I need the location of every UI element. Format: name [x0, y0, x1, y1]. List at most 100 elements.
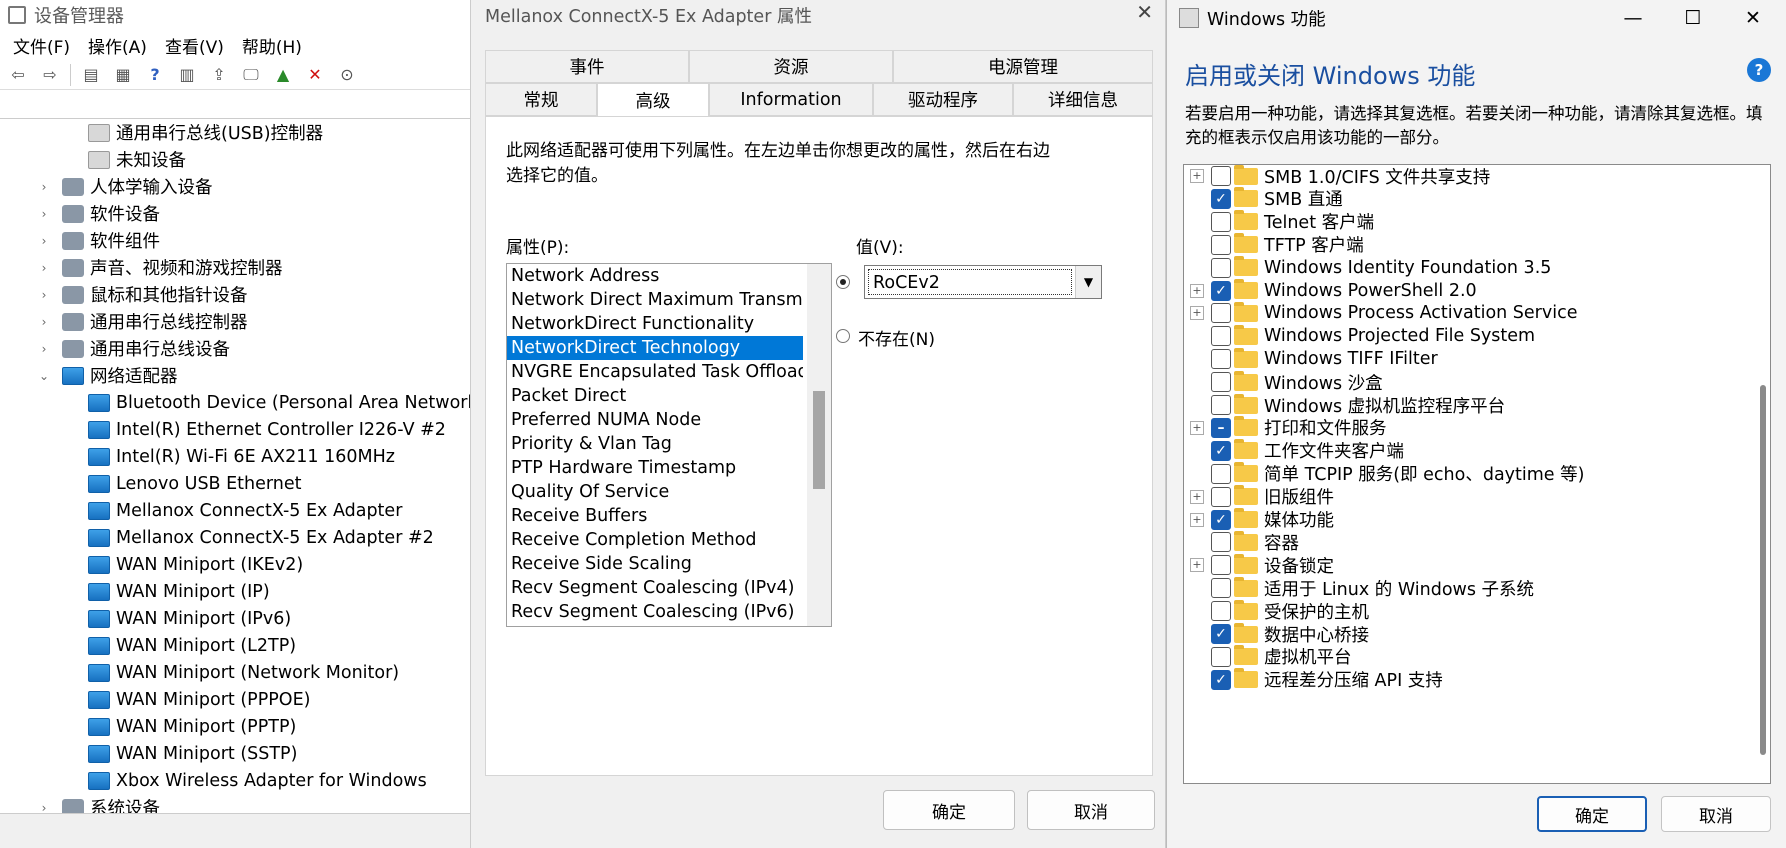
feature-checkbox[interactable] — [1211, 372, 1231, 393]
device-tree-item[interactable]: Lenovo USB Ethernet — [0, 470, 470, 497]
feature-checkbox[interactable] — [1211, 555, 1231, 576]
device-tree-item[interactable]: › 通用串行总线设备 — [0, 335, 470, 362]
uninstall-device-icon[interactable]: ✕ — [302, 62, 328, 88]
disable-device-icon[interactable]: ⊙ — [334, 62, 360, 88]
tab-advanced[interactable]: 高级 — [597, 83, 709, 117]
chevron-right-icon[interactable]: › — [36, 288, 52, 302]
feature-checkbox[interactable]: ✓ — [1211, 624, 1231, 644]
forward-arrow-icon[interactable]: ⇨ — [37, 62, 63, 88]
menu-file[interactable]: 文件(F) — [4, 33, 79, 58]
feature-checkbox[interactable] — [1211, 257, 1231, 278]
chevron-right-icon[interactable]: › — [36, 801, 52, 814]
feature-checkbox[interactable]: ✓ — [1211, 440, 1231, 461]
property-list-item[interactable]: Quality Of Service — [507, 480, 803, 504]
property-listbox[interactable]: Network Address Network Direct Maximum Tr… — [506, 263, 832, 627]
feature-checkbox[interactable]: ✓ — [1211, 280, 1231, 301]
ok-button[interactable]: 确定 — [883, 790, 1015, 830]
property-list-item[interactable]: Preferred NUMA Node — [507, 408, 803, 432]
tab-general[interactable]: 常规 — [485, 83, 597, 116]
help-icon[interactable]: ? — [1747, 58, 1771, 82]
feature-checkbox[interactable]: ✓ — [1211, 509, 1231, 530]
expand-plus-icon[interactable]: + — [1190, 169, 1204, 183]
device-tree-item[interactable]: Mellanox ConnectX-5 Ex Adapter #2 — [0, 524, 470, 551]
update-driver-icon[interactable]: ⇪ — [206, 62, 232, 88]
feature-checkbox[interactable] — [1211, 349, 1231, 370]
expand-plus-icon[interactable]: + — [1190, 306, 1204, 321]
expand-plus-icon[interactable]: + — [1190, 420, 1204, 435]
show-hide-console-tree-icon[interactable]: ▤ — [78, 62, 104, 88]
close-icon[interactable]: ✕ — [1136, 0, 1153, 24]
device-tree-item[interactable]: ⌄ 网络适配器 — [0, 362, 470, 389]
property-list-item[interactable]: Receive Buffers — [507, 504, 803, 528]
menu-view[interactable]: 查看(V) — [156, 33, 233, 58]
tab-power-management[interactable]: 电源管理 — [893, 50, 1153, 83]
tab-resources[interactable]: 资源 — [689, 50, 893, 83]
device-tree-item[interactable]: WAN Miniport (IP) — [0, 578, 470, 605]
device-tree-item[interactable]: › 声音、视频和游戏控制器 — [0, 254, 470, 281]
feature-checkbox[interactable] — [1211, 646, 1231, 667]
property-list-scrollbar[interactable] — [807, 264, 831, 626]
feature-checkbox[interactable]: – — [1211, 417, 1231, 438]
device-tree-item[interactable]: Xbox Wireless Adapter for Windows — [0, 767, 470, 794]
device-tree-item[interactable]: Bluetooth Device (Personal Area Network) — [0, 389, 470, 416]
property-list-item[interactable]: Recv Segment Coalescing (IPv6) — [507, 600, 803, 624]
scrollbar-thumb[interactable] — [813, 391, 825, 489]
minimize-icon[interactable]: — — [1603, 0, 1663, 36]
device-tree-item[interactable]: WAN Miniport (Network Monitor) — [0, 659, 470, 686]
features-scrollbar-thumb[interactable] — [1760, 385, 1766, 755]
feature-checkbox[interactable] — [1211, 211, 1231, 232]
value-radio[interactable] — [836, 275, 850, 289]
value-dropdown[interactable]: RoCEv2 ▼ — [864, 265, 1102, 299]
chevron-down-icon[interactable]: ⌄ — [36, 369, 52, 383]
expand-plus-icon[interactable]: + — [1190, 558, 1204, 573]
chevron-right-icon[interactable]: › — [36, 180, 52, 194]
enable-device-icon[interactable]: ▲ — [270, 62, 296, 88]
expand-plus-icon[interactable]: + — [1190, 283, 1204, 298]
feature-checkbox[interactable] — [1211, 234, 1231, 255]
maximize-icon[interactable]: ☐ — [1663, 0, 1723, 36]
tab-details[interactable]: 详细信息 — [1013, 83, 1153, 116]
feature-checkbox[interactable]: ✓ — [1211, 188, 1231, 209]
property-list-item[interactable]: NetworkDirect Technology — [507, 336, 803, 360]
property-list-item[interactable]: NetworkDirect Functionality — [507, 312, 803, 336]
device-tree-item[interactable]: Intel(R) Ethernet Controller I226-V #2 — [0, 416, 470, 443]
device-tree-item[interactable]: › 系统设备 — [0, 794, 470, 813]
device-tree-item[interactable]: WAN Miniport (PPTP) — [0, 713, 470, 740]
help-icon[interactable]: ? — [142, 62, 168, 88]
device-tree-item[interactable]: › 通用串行总线控制器 — [0, 308, 470, 335]
feature-checkbox[interactable] — [1211, 303, 1231, 324]
property-list-item[interactable]: Packet Direct — [507, 384, 803, 408]
feature-checkbox[interactable]: ✓ — [1211, 669, 1231, 690]
device-tree-item[interactable]: 未知设备 — [0, 146, 470, 173]
chevron-right-icon[interactable]: › — [36, 261, 52, 275]
device-tree-item[interactable]: 通用串行总线(USB)控制器 — [0, 119, 470, 146]
not-present-radio[interactable] — [836, 329, 850, 343]
feature-checkbox[interactable] — [1211, 326, 1231, 347]
expand-plus-icon[interactable]: + — [1190, 489, 1204, 504]
device-tree-item[interactable]: WAN Miniport (IPv6) — [0, 605, 470, 632]
chevron-right-icon[interactable]: › — [36, 315, 52, 329]
property-list-item[interactable]: Receive Completion Method — [507, 528, 803, 552]
feature-checkbox[interactable] — [1211, 532, 1231, 553]
device-tree-item[interactable]: WAN Miniport (IKEv2) — [0, 551, 470, 578]
property-list-item[interactable]: Network Address — [507, 264, 803, 288]
feature-checkbox[interactable] — [1211, 395, 1231, 415]
features-ok-button[interactable]: 确定 — [1537, 796, 1647, 832]
device-tree-item[interactable]: › 人体学输入设备 — [0, 173, 470, 200]
feature-checkbox[interactable] — [1211, 578, 1231, 599]
chevron-right-icon[interactable]: › — [36, 234, 52, 248]
property-list-item[interactable]: Priority & Vlan Tag — [507, 432, 803, 456]
cancel-button[interactable]: 取消 — [1027, 790, 1155, 830]
property-list-item[interactable]: Network Direct Maximum Transmi — [507, 288, 803, 312]
device-tree-item[interactable]: › 鼠标和其他指针设备 — [0, 281, 470, 308]
properties-sheet-icon[interactable]: ▦ — [110, 62, 136, 88]
device-tree-item[interactable]: WAN Miniport (PPPOE) — [0, 686, 470, 713]
device-tree-item[interactable]: WAN Miniport (L2TP) — [0, 632, 470, 659]
device-tree-item[interactable]: WAN Miniport (SSTP) — [0, 740, 470, 767]
feature-checkbox[interactable] — [1211, 166, 1231, 186]
property-list-item[interactable]: Receive Side Scaling — [507, 552, 803, 576]
expand-plus-icon[interactable]: + — [1190, 512, 1204, 527]
feature-checkbox[interactable] — [1211, 486, 1231, 507]
chevron-down-icon[interactable]: ▼ — [1075, 266, 1101, 298]
device-tree-item[interactable]: Mellanox ConnectX-5 Ex Adapter — [0, 497, 470, 524]
